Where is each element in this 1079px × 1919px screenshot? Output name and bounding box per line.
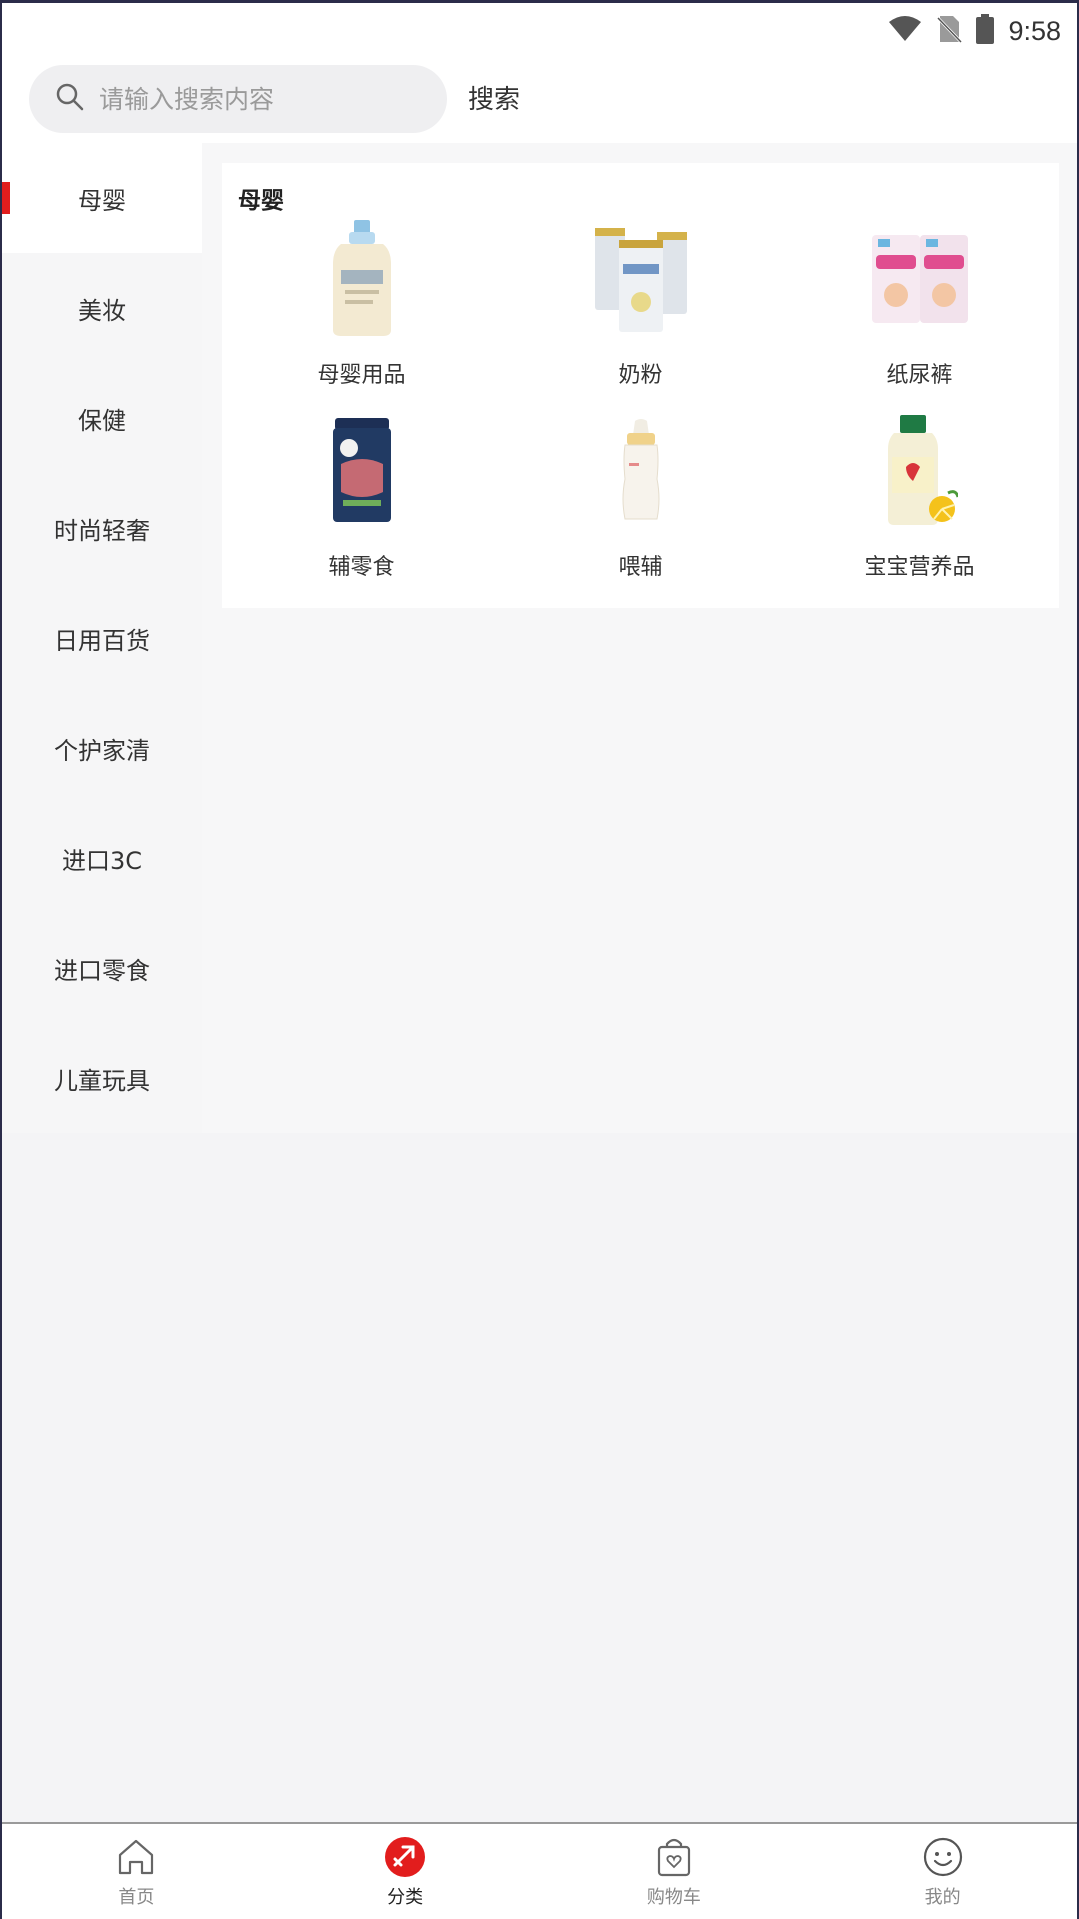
lotion-bottle-icon: [307, 219, 417, 339]
sidebar-item-gehu[interactable]: 个护家清: [2, 693, 202, 803]
nav-label: 首页: [118, 1886, 155, 1908]
smiley-profile-icon: [921, 1835, 965, 1879]
subcategory-item[interactable]: 纸尿裤: [780, 219, 1059, 411]
subcategory-label: 宝宝营养品: [864, 555, 975, 580]
sidebar-item-wanju[interactable]: 儿童玩具: [2, 1023, 202, 1133]
status-time: 9:58: [1008, 15, 1061, 46]
subcategory-label: 喂辅: [618, 555, 663, 580]
home-icon: [114, 1835, 158, 1879]
subcategory-item[interactable]: 母婴用品: [222, 219, 501, 411]
bottom-nav: 首页 分类 购物车 我的: [2, 1822, 1077, 1919]
search-box[interactable]: [29, 65, 447, 133]
sidebar-item-riyong[interactable]: 日用百货: [2, 583, 202, 693]
section-title: 母婴: [238, 188, 284, 214]
sidebar-item-label: 日用百货: [54, 626, 150, 655]
category-sidebar: 母婴 美妆 保健 时尚轻奢 日用百货 个护家清 进口3C 进口零食 儿童玩具: [2, 143, 202, 1133]
sidebar-item-shishang[interactable]: 时尚轻奢: [2, 473, 202, 583]
sidebar-item-label: 时尚轻奢: [54, 516, 150, 545]
status-bar: 9:58: [2, 3, 1077, 59]
sidebar-item-label: 个护家清: [54, 736, 150, 765]
subcategory-item[interactable]: 喂辅: [501, 411, 780, 603]
search-bar: 搜索: [2, 59, 1077, 143]
subcategory-label: 奶粉: [618, 363, 663, 388]
search-button[interactable]: 搜索: [468, 79, 520, 116]
wifi-icon: [888, 15, 922, 47]
nav-category[interactable]: 分类: [271, 1824, 540, 1919]
category-icon: [383, 1835, 427, 1879]
sidebar-item-3c[interactable]: 进口3C: [2, 803, 202, 913]
sidebar-item-baojian[interactable]: 保健: [2, 363, 202, 473]
subcategory-label: 母婴用品: [317, 363, 406, 388]
subcategory-card: 母婴 母婴用品 奶粉 纸尿裤 辅零食 喂辅 宝宝营养品: [222, 163, 1059, 608]
nav-label: 分类: [387, 1886, 424, 1908]
search-input[interactable]: [99, 84, 399, 114]
subcategory-label: 纸尿裤: [886, 363, 953, 388]
sidebar-item-label: 儿童玩具: [54, 1066, 150, 1095]
sidebar-item-label: 保健: [78, 406, 126, 435]
nav-profile[interactable]: 我的: [808, 1824, 1077, 1919]
sidebar-item-lingshi[interactable]: 进口零食: [2, 913, 202, 1023]
baby-cereal-can-icon: [307, 411, 417, 531]
shopping-bag-icon: [652, 1835, 696, 1879]
app-frame: 9:58 搜索 母婴 美妆 保健 时尚轻奢 日用百货 个护家清 进口3C 进口零…: [0, 0, 1079, 1919]
milk-powder-cans-icon: [586, 219, 696, 339]
sidebar-item-muying[interactable]: 母婴: [2, 143, 202, 253]
sidebar-item-meizhuang[interactable]: 美妆: [2, 253, 202, 363]
sidebar-item-label: 母婴: [78, 186, 126, 215]
subcategory-item[interactable]: 宝宝营养品: [780, 411, 1059, 603]
sidebar-item-label: 美妆: [78, 296, 126, 325]
supplement-bottle-icon: [865, 411, 975, 531]
nav-label: 我的: [924, 1886, 961, 1908]
nav-home[interactable]: 首页: [2, 1824, 271, 1919]
subcategory-item[interactable]: 辅零食: [222, 411, 501, 603]
diaper-pack-icon: [865, 219, 975, 339]
sidebar-item-label: 进口3C: [61, 846, 143, 875]
nav-label: 购物车: [646, 1886, 701, 1908]
subcategory-grid: 母婴用品 奶粉 纸尿裤 辅零食 喂辅 宝宝营养品: [222, 219, 1059, 603]
subcategory-label: 辅零食: [328, 555, 395, 580]
battery-icon: [976, 14, 995, 48]
sidebar-item-label: 进口零食: [54, 956, 150, 985]
baby-bottle-icon: [586, 411, 696, 531]
no-sim-icon: [936, 14, 963, 48]
subcategory-item[interactable]: 奶粉: [501, 219, 780, 411]
nav-cart[interactable]: 购物车: [540, 1824, 809, 1919]
search-icon: [55, 82, 85, 116]
category-content: 母婴 母婴用品 奶粉 纸尿裤 辅零食 喂辅 宝宝营养品: [202, 143, 1077, 1133]
